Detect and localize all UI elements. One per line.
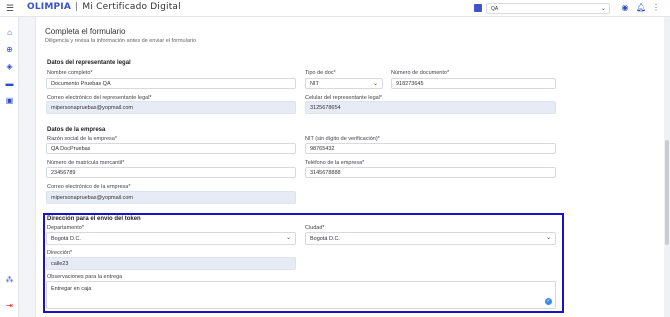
company-name-label: Razón social de la empresa* [47,136,118,142]
section-company: Datos de la empresa [47,127,106,133]
delivery-notes-label: Observaciones para la entrega [47,274,123,280]
add-circle-icon[interactable]: ⊕ [5,45,14,54]
legal-rep-email-field[interactable]: mipersonapruebas@yopmail.com [46,101,296,114]
account-circle-icon[interactable]: ◉ [620,3,630,13]
doc-type-label: Tipo de doc* [305,70,336,76]
company-email-label: Correo electrónico de la empresa* [47,184,131,190]
brand-logo: OLIMPIA [27,2,72,12]
legal-rep-name-field[interactable]: Documento Pruebas QA [46,78,296,89]
logout-icon[interactable]: ⇥ [5,301,14,310]
delivery-notes-value: Entregar en caja [51,286,92,292]
layers-icon[interactable]: ◈ [5,62,14,71]
company-name-field[interactable]: QA DocPruebas [46,143,296,154]
menu-icon[interactable]: ☰ [6,3,14,14]
address-field[interactable]: calle23 [46,257,296,270]
folder-icon[interactable]: ▬ [5,79,14,88]
section-legal-rep: Datos del representante legal [47,60,131,66]
users-icon[interactable]: ⁂ [5,275,14,284]
department-value: Bogotá D.C. [51,236,81,242]
chevron-down-icon: ⌄ [372,81,378,87]
company-nit-field[interactable]: 98765432 [305,143,556,154]
delivery-notes-textarea[interactable]: Entregar en caja ✓ [46,281,556,309]
company-phone-label: Teléfono de la empresa* [305,160,365,166]
top-bar: ☰ OLIMPIA | Mi Certificado Digital QA ⌄ … [0,0,670,17]
city-label: Ciudad* [305,225,325,231]
more-vert-icon[interactable]: ⋮ [651,3,661,13]
form-subtitle: Diligencia y revisa la información antes… [45,38,197,44]
department-select[interactable]: Bogotá D.C. ⌄ [46,232,296,245]
city-select[interactable]: Bogotá D.C. ⌄ [305,232,556,245]
organization-select-value: QA [491,6,499,12]
city-value: Bogotá D.C. [310,236,340,242]
bell-icon[interactable]: 🔔︎ [636,3,646,13]
address-label: Dirección* [47,250,73,256]
store-icon [474,4,482,12]
legal-rep-name-label: Nombre completo* [47,70,93,76]
chevron-down-icon: ⌄ [600,6,606,12]
registration-number-field[interactable]: 23456789 [46,167,296,178]
doc-number-field[interactable]: 918273645 [391,78,556,89]
department-label: Departamento* [47,225,84,231]
brand-separator: | [75,2,79,12]
scrollbar-thumb[interactable] [665,140,669,245]
legal-rep-phone-field[interactable]: 3125678654 [305,101,556,114]
company-nit-label: NIT (sin dígito de verificación)* [305,136,380,142]
brand: OLIMPIA | Mi Certificado Digital [27,2,181,12]
doc-type-select[interactable]: NIT ⌄ [305,78,383,89]
contact-card-icon[interactable]: ▣ [5,96,14,105]
home-icon[interactable]: ⌂ [5,28,14,37]
organization-select[interactable]: QA ⌄ [486,3,610,14]
chevron-down-icon: ⌄ [545,235,551,241]
company-phone-field[interactable]: 3145678888 [305,167,556,178]
chevron-down-icon: ⌄ [285,235,291,241]
form-title: Completa el formulario [45,27,126,36]
registration-number-label: Número de matrícula mercantil* [47,160,125,166]
company-email-field[interactable]: mipersonapruebas@yopmail.com [46,191,296,204]
doc-number-label: Número de documento* [391,70,450,76]
doc-type-value: NIT [310,81,319,87]
app-title: Mi Certificado Digital [82,2,181,12]
section-token-address: Dirección para el envío del token [47,216,141,222]
sidebar: ⌂ ⊕ ◈ ▬ ▣ ⁂ ⇥ [0,17,19,317]
check-icon: ✓ [545,298,552,305]
